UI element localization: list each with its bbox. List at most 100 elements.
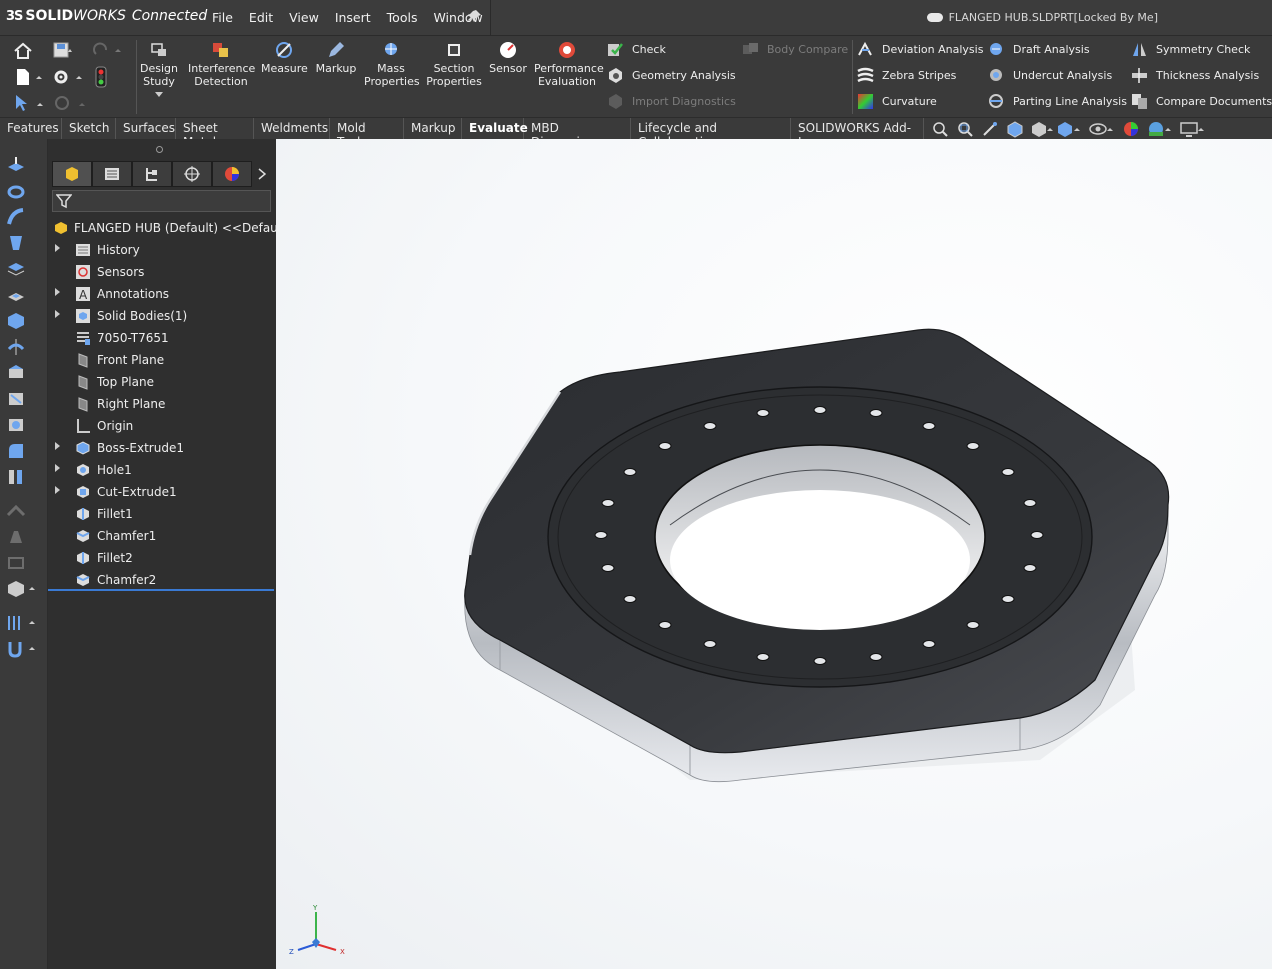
compare-documents-button[interactable]: Compare Documents [1131,93,1272,110]
tree-item-solid-bodies[interactable]: Solid Bodies(1) [48,305,276,327]
boundary-cut-icon[interactable] [6,415,26,435]
symmetry-check-button[interactable]: Symmetry Check [1131,41,1250,58]
tree-item-annotations[interactable]: A Annotations [48,283,276,305]
tab-features[interactable]: Features [0,118,62,140]
revolved-cut-icon[interactable] [6,337,26,357]
tab-sheet-metal[interactable]: Sheet Metal [176,118,254,149]
menu-tools[interactable]: Tools [379,10,426,25]
tree-item-cut-extrude1[interactable]: Cut-Extrude1 [48,481,276,503]
interference-detection-button[interactable]: Interference Detection [188,40,255,88]
swept-cut-icon[interactable] [6,363,26,383]
home-icon[interactable] [13,42,33,60]
section-properties-button[interactable]: Section Properties [426,40,482,88]
save-icon[interactable] [52,41,74,59]
select-icon[interactable] [13,93,47,113]
tree-item-front-plane[interactable]: Front Plane [48,349,276,371]
panel-splitter-handle[interactable] [156,146,163,153]
draft-analysis-button[interactable]: Draft Analysis [988,41,1090,58]
markup-button[interactable]: Markup [314,40,358,75]
tab-solidworks-addins[interactable]: SOLIDWORKS Add-Ins [791,118,924,149]
sensor-button[interactable]: Sensor [488,40,528,75]
previous-view-icon[interactable] [980,120,1000,138]
check-button[interactable]: Check [607,41,666,58]
lofted-cut-icon[interactable] [6,389,26,409]
tree-item-hole1[interactable]: Hole1 [48,459,276,481]
tab-markup[interactable]: Markup [404,118,462,140]
instant3d-icon[interactable] [6,639,40,659]
reference-geometry-icon[interactable] [6,579,40,599]
lofted-boss-icon[interactable] [6,233,26,253]
zoom-area-icon[interactable] [955,120,975,138]
tab-displaymanager[interactable] [212,161,252,187]
design-study-button[interactable]: Design Study [140,40,178,97]
edit-appearance-icon[interactable] [1121,120,1141,138]
tree-item-sensors[interactable]: Sensors [48,261,276,283]
extruded-cut-icon[interactable] [6,285,26,305]
zebra-stripes-button[interactable]: Zebra Stripes [857,67,956,84]
deviation-analysis-button[interactable]: Deviation Analysis [857,41,983,58]
tree-item-origin[interactable]: Origin [48,415,276,437]
tab-weldments[interactable]: Weldments [254,118,330,140]
tab-configurationmanager[interactable] [132,161,172,187]
zoom-to-fit-icon[interactable] [930,120,950,138]
performance-evaluation-button[interactable]: Performance Evaluation [534,40,604,88]
graphics-area[interactable] [276,139,1272,969]
expand-arrow-icon[interactable] [55,244,60,252]
tab-mbd-dimensions[interactable]: MBD Dimensions [524,118,631,149]
expand-arrow-icon[interactable] [55,310,60,318]
parting-line-analysis-button[interactable]: Parting Line Analysis [988,93,1127,110]
menu-view[interactable]: View [281,10,327,25]
view-orientation-icon[interactable] [1030,120,1053,138]
new-document-icon[interactable] [15,68,45,86]
tab-lifecycle-collaboration[interactable]: Lifecycle and Collaboration [631,118,791,149]
tree-item-history[interactable]: History [48,239,276,261]
measure-button[interactable]: Measure [261,40,308,75]
tab-surfaces[interactable]: Surfaces [116,118,176,140]
import-diagnostics-button[interactable]: Import Diagnostics [607,93,736,110]
rollback-bar[interactable] [48,589,274,591]
expand-arrow-icon[interactable] [55,464,60,472]
thickness-analysis-button[interactable]: Thickness Analysis [1131,67,1259,84]
section-view-icon[interactable] [1005,120,1025,138]
hide-show-items-icon[interactable] [1088,120,1116,138]
menu-edit[interactable]: Edit [241,10,281,25]
display-style-icon[interactable] [1055,120,1083,138]
undercut-analysis-button[interactable]: Undercut Analysis [988,67,1112,84]
extruded-boss-icon[interactable] [6,155,26,175]
expand-arrow-icon[interactable] [55,442,60,450]
tab-sketch[interactable]: Sketch [62,118,116,140]
curves-icon[interactable] [6,613,40,633]
body-compare-button[interactable]: Body Compare [742,41,848,58]
tree-item-top-plane[interactable]: Top Plane [48,371,276,393]
tree-item-right-plane[interactable]: Right Plane [48,393,276,415]
tab-propertymanager[interactable] [92,161,132,187]
tab-dimxpertmanager[interactable] [172,161,212,187]
fillet-icon[interactable] [6,441,26,461]
apply-scene-icon[interactable] [1146,120,1174,138]
view-settings-icon[interactable] [1179,120,1207,138]
boundary-boss-icon[interactable] [6,259,26,279]
pin-icon[interactable] [467,9,482,27]
tree-item-fillet1[interactable]: Fillet1 [48,503,276,525]
tab-evaluate[interactable]: Evaluate [462,118,528,140]
menu-insert[interactable]: Insert [327,10,379,25]
expand-arrow-icon[interactable] [55,486,60,494]
curvature-button[interactable]: Curvature [857,93,937,110]
options-gear-icon[interactable] [52,68,86,86]
tabs-more-arrow[interactable] [252,161,272,187]
tree-root[interactable]: FLANGED HUB (Default) <<Default>_D [48,217,311,239]
geometry-analysis-button[interactable]: Geometry Analysis [607,67,736,84]
traffic-light-icon[interactable] [94,66,108,88]
revolved-boss-icon[interactable] [6,181,26,201]
tree-item-chamfer2[interactable]: Chamfer2 [48,569,276,591]
tree-item-boss-extrude1[interactable]: Boss-Extrude1 [48,437,276,459]
part-model[interactable] [276,139,1272,969]
solidworks-logo[interactable]: 3S SOLIDWORKS Connected [6,8,207,24]
tab-mold-tools[interactable]: Mold Tools [330,118,404,149]
menu-file[interactable]: File [204,10,241,25]
mass-properties-button[interactable]: Mass Properties [364,40,420,88]
tree-item-chamfer1[interactable]: Chamfer1 [48,525,276,547]
tab-featuremanager[interactable] [52,161,92,187]
tree-item-material[interactable]: 7050-T7651 [48,327,276,349]
hole-wizard-icon[interactable] [6,311,26,331]
